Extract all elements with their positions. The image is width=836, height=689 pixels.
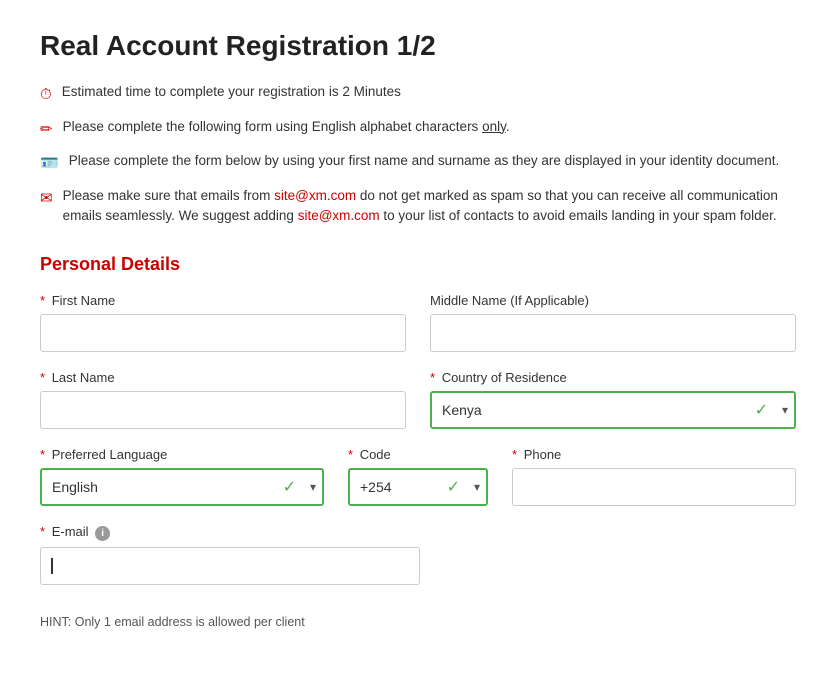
country-required-star: * xyxy=(430,370,435,385)
email-notice: ✉ Please make sure that emails from site… xyxy=(40,186,796,227)
first-name-group: * First Name xyxy=(40,293,406,352)
alphabet-notice: ✏ Please complete the following form usi… xyxy=(40,117,796,142)
email-input[interactable] xyxy=(40,547,420,585)
clock-icon: ⏱ xyxy=(40,84,52,107)
name-notice: 🪪 Please complete the form below by usin… xyxy=(40,151,796,176)
row-email: * E-mail i HINT: Only 1 email address is… xyxy=(40,524,420,629)
middle-name-input[interactable] xyxy=(430,314,796,352)
row-lang-phone: * Preferred Language English French Span… xyxy=(40,447,796,506)
language-select-wrapper: English French Spanish Arabic Chinese ✓ … xyxy=(40,468,324,506)
envelope-icon: ✉ xyxy=(40,188,53,211)
middle-name-label: Middle Name (If Applicable) xyxy=(430,293,796,308)
last-name-group: * Last Name xyxy=(40,370,406,429)
first-name-input[interactable] xyxy=(40,314,406,352)
first-name-required-star: * xyxy=(40,293,45,308)
email-required-star: * xyxy=(40,524,45,539)
email-hint: HINT: Only 1 email address is allowed pe… xyxy=(40,615,420,629)
country-select-wrapper: Kenya Uganda Tanzania United States Unit… xyxy=(430,391,796,429)
email-link-1[interactable]: site@xm.com xyxy=(274,188,356,203)
country-residence-label: * Country of Residence xyxy=(430,370,796,385)
email-info-icon[interactable]: i xyxy=(95,526,110,541)
country-select[interactable]: Kenya Uganda Tanzania United States Unit… xyxy=(430,391,796,429)
cursor-indicator xyxy=(51,558,53,574)
row-name: * First Name Middle Name (If Applicable) xyxy=(40,293,796,352)
phone-required-star: * xyxy=(512,447,517,462)
page-title: Real Account Registration 1/2 xyxy=(40,30,796,62)
middle-name-group: Middle Name (If Applicable) xyxy=(430,293,796,352)
lang-required-star: * xyxy=(40,447,45,462)
last-name-required-star: * xyxy=(40,370,45,385)
phone-group: * Phone xyxy=(512,447,796,506)
last-name-label: * Last Name xyxy=(40,370,406,385)
country-residence-group: * Country of Residence Kenya Uganda Tanz… xyxy=(430,370,796,429)
code-label: * Code xyxy=(348,447,488,462)
card-icon: 🪪 xyxy=(40,153,59,176)
pencil-icon: ✏ xyxy=(40,119,53,142)
phone-input[interactable] xyxy=(512,468,796,506)
code-required-star: * xyxy=(348,447,353,462)
time-notice-text: Estimated time to complete your registra… xyxy=(62,82,401,102)
alphabet-notice-text: Please complete the following form using… xyxy=(63,117,510,137)
phone-label: * Phone xyxy=(512,447,796,462)
first-name-label: * First Name xyxy=(40,293,406,308)
language-select[interactable]: English French Spanish Arabic Chinese xyxy=(40,468,324,506)
code-select-wrapper: +254 +1 +44 +91 +86 ✓ ▾ xyxy=(348,468,488,506)
email-group: * E-mail i xyxy=(40,524,420,585)
code-select[interactable]: +254 +1 +44 +91 +86 xyxy=(348,468,488,506)
preferred-language-label: * Preferred Language xyxy=(40,447,324,462)
email-notice-text: Please make sure that emails from site@x… xyxy=(63,186,796,227)
name-notice-text: Please complete the form below by using … xyxy=(69,151,780,171)
preferred-language-group: * Preferred Language English French Span… xyxy=(40,447,324,506)
time-notice: ⏱ Estimated time to complete your regist… xyxy=(40,82,796,107)
code-group: * Code +254 +1 +44 +91 +86 ✓ ▾ xyxy=(348,447,488,506)
row-last-country: * Last Name * Country of Residence Kenya… xyxy=(40,370,796,429)
email-input-wrapper xyxy=(40,547,420,585)
section-title: Personal Details xyxy=(40,254,796,275)
email-link-2[interactable]: site@xm.com xyxy=(298,208,380,223)
last-name-input[interactable] xyxy=(40,391,406,429)
email-label: * E-mail i xyxy=(40,524,420,541)
